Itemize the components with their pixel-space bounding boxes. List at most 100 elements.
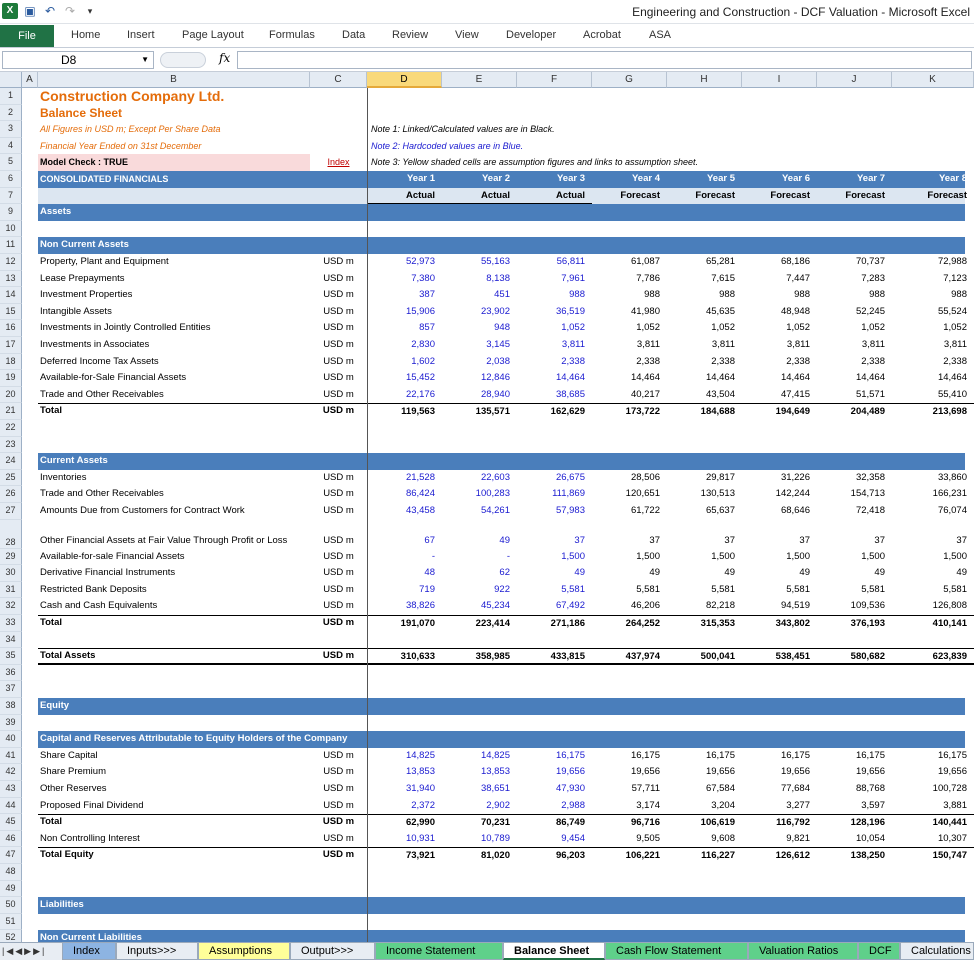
value-cell[interactable]: -	[442, 549, 517, 566]
value-cell[interactable]: 40,217	[592, 387, 667, 404]
value-cell[interactable]: 88,768	[817, 781, 892, 798]
sheet-tab-inputs[interactable]: Inputs>>>	[116, 943, 198, 960]
value-cell[interactable]: 19,656	[517, 764, 592, 781]
row-number[interactable]: 7	[0, 187, 22, 205]
value-cell[interactable]: 988	[892, 287, 974, 304]
row-number[interactable]: 6	[0, 171, 22, 188]
undo-icon[interactable]: ↶	[42, 3, 58, 19]
row-number[interactable]: 39	[0, 714, 22, 732]
spreadsheet-grid[interactable]: ABCDEFGHIJK 1 Construction Company Ltd. 2 B…	[0, 72, 974, 942]
column-header-b[interactable]: B	[38, 72, 310, 88]
value-cell[interactable]: 16,175	[667, 748, 742, 765]
row-number[interactable]: 5	[0, 154, 22, 171]
value-cell[interactable]: 135,571	[442, 403, 517, 420]
value-cell[interactable]: 116,227	[667, 847, 742, 864]
value-cell[interactable]: 100,728	[892, 781, 974, 798]
value-cell[interactable]: 16,175	[592, 748, 667, 765]
value-cell[interactable]: 45,635	[667, 304, 742, 321]
value-cell[interactable]: 10,307	[892, 831, 974, 848]
value-cell[interactable]: 19,656	[742, 764, 817, 781]
column-header-i[interactable]: I	[742, 72, 817, 88]
value-cell[interactable]: 376,193	[817, 615, 892, 632]
value-cell[interactable]: 46,206	[592, 598, 667, 615]
value-cell[interactable]: 29,817	[667, 470, 742, 487]
value-cell[interactable]: 77,684	[742, 781, 817, 798]
value-cell[interactable]: 72,418	[817, 503, 892, 520]
value-cell[interactable]: 3,811	[742, 337, 817, 354]
value-cell[interactable]: 5,581	[592, 582, 667, 599]
row-number[interactable]: 4	[0, 137, 22, 155]
value-cell[interactable]: 10,931	[367, 831, 442, 848]
value-cell[interactable]: 37	[892, 533, 974, 549]
value-cell[interactable]: 67,492	[517, 598, 592, 615]
value-cell[interactable]: 14,464	[517, 370, 592, 387]
row-number[interactable]: 52	[0, 930, 22, 942]
value-cell[interactable]: 14,825	[442, 748, 517, 765]
value-cell[interactable]: 21,528	[367, 470, 442, 487]
row-number[interactable]: 2	[0, 104, 22, 122]
value-cell[interactable]: 14,464	[817, 370, 892, 387]
ribbon-tab-formulas[interactable]: Formulas	[269, 29, 315, 41]
sheet-tab-balance-sheet[interactable]: Balance Sheet	[503, 943, 605, 960]
value-cell[interactable]: 3,811	[667, 337, 742, 354]
value-cell[interactable]: 14,464	[667, 370, 742, 387]
row-number[interactable]: 30	[0, 565, 22, 582]
value-cell[interactable]: 28,940	[442, 387, 517, 404]
value-cell[interactable]: 9,505	[592, 831, 667, 848]
value-cell[interactable]: 173,722	[592, 403, 667, 420]
value-cell[interactable]: 15,906	[367, 304, 442, 321]
value-cell[interactable]: 3,174	[592, 798, 667, 815]
value-cell[interactable]: 31,940	[367, 781, 442, 798]
value-cell[interactable]: 1,052	[592, 320, 667, 337]
value-cell[interactable]: 7,283	[817, 271, 892, 288]
value-cell[interactable]: 23,902	[442, 304, 517, 321]
value-cell[interactable]: 7,961	[517, 271, 592, 288]
value-cell[interactable]: 61,722	[592, 503, 667, 520]
ribbon-tab-page-layout[interactable]: Page Layout	[182, 29, 244, 41]
index-link[interactable]: Index	[310, 154, 367, 171]
value-cell[interactable]: 358,985	[442, 648, 517, 665]
row-number[interactable]: 18	[0, 353, 22, 371]
value-cell[interactable]: 3,277	[742, 798, 817, 815]
value-cell[interactable]: 70,737	[817, 254, 892, 271]
value-cell[interactable]: 81,020	[442, 847, 517, 864]
value-cell[interactable]: 41,980	[592, 304, 667, 321]
row-number[interactable]: 12	[0, 254, 22, 271]
value-cell[interactable]: 126,808	[892, 598, 974, 615]
sheet-tab-assumptions[interactable]: Assumptions	[198, 943, 290, 960]
value-cell[interactable]: 37	[817, 533, 892, 549]
sheet-tab-output[interactable]: Output>>>	[290, 943, 375, 960]
value-cell[interactable]: 68,646	[742, 503, 817, 520]
column-header-c[interactable]: C	[310, 72, 367, 88]
row-number[interactable]: 28	[0, 519, 22, 549]
value-cell[interactable]: 3,811	[517, 337, 592, 354]
value-cell[interactable]: 128,196	[817, 814, 892, 831]
value-cell[interactable]: 19,656	[817, 764, 892, 781]
value-cell[interactable]: 119,563	[367, 403, 442, 420]
value-cell[interactable]: 162,629	[517, 403, 592, 420]
value-cell[interactable]: 538,451	[742, 648, 817, 665]
value-cell[interactable]: 49	[817, 565, 892, 582]
row-number[interactable]: 22	[0, 420, 22, 437]
value-cell[interactable]: 111,869	[517, 486, 592, 503]
value-cell[interactable]: 47,930	[517, 781, 592, 798]
value-cell[interactable]: 5,581	[817, 582, 892, 599]
value-cell[interactable]: 7,615	[667, 271, 742, 288]
value-cell[interactable]: 184,688	[667, 403, 742, 420]
value-cell[interactable]: 12,846	[442, 370, 517, 387]
value-cell[interactable]: 9,821	[742, 831, 817, 848]
row-number[interactable]: 43	[0, 781, 22, 798]
row-number[interactable]: 36	[0, 664, 22, 682]
ribbon-tab-acrobat[interactable]: Acrobat	[583, 29, 621, 41]
value-cell[interactable]: 82,218	[667, 598, 742, 615]
value-cell[interactable]: 52,973	[367, 254, 442, 271]
value-cell[interactable]: 191,070	[367, 615, 442, 632]
value-cell[interactable]: 65,281	[667, 254, 742, 271]
value-cell[interactable]: 126,612	[742, 847, 817, 864]
value-cell[interactable]: 15,452	[367, 370, 442, 387]
value-cell[interactable]: 57,983	[517, 503, 592, 520]
value-cell[interactable]: 96,203	[517, 847, 592, 864]
row-number[interactable]: 47	[0, 847, 22, 864]
value-cell[interactable]: 19,656	[667, 764, 742, 781]
row-number[interactable]: 24	[0, 453, 22, 470]
